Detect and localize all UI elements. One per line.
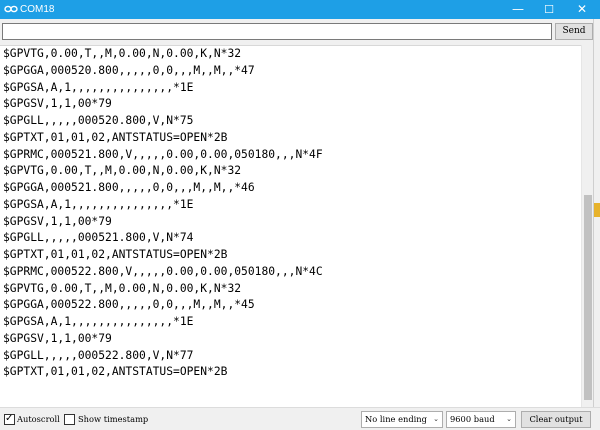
serial-output[interactable]: $GPVTG,0.00,T,,M,0.00,N,0.00,K,N*32 $GPGG… [0,45,593,407]
infinity-icon [4,5,18,13]
output-line: $GPRMC,000522.800,V,,,,,0.00,0.00,050180… [3,264,323,278]
output-line: $GPRMC,000521.800,V,,,,,0.00,0.00,050180… [3,147,323,161]
line-ending-value: No line ending [365,414,427,424]
output-line: $GPGSA,A,1,,,,,,,,,,,,,,,*1E [3,315,194,328]
output-line: $GPTXT,01,01,02,ANTSTATUS=OPEN*2B [3,248,228,261]
output-line: $GPGSA,A,1,,,,,,,,,,,,,,,*1E [3,80,194,94]
output-line: $GPVTG,0.00,T,,M,0.00,N,0.00,K,N*32 [3,164,242,178]
clear-output-button[interactable]: Clear output [521,411,591,428]
window-title: COM18 [20,4,55,15]
autoscroll-label[interactable]: Autoscroll [17,413,60,426]
checkmark-icon: ✓ [5,413,14,424]
output-line: $GPGLL,,,,,000522.800,V,N*77 [3,348,194,362]
title-bar: COM18 — ☐ ✕ [0,0,600,19]
send-bar: Send [0,19,600,45]
output-line: $GPGSA,A,1,,,,,,,,,,,,,,,*1E [3,197,194,211]
timestamp-checkbox[interactable] [64,414,75,425]
status-footer: ✓ Autoscroll Show timestamp No line endi… [0,407,600,430]
output-line: $GPGGA,000522.800,,,,,0,0,,,M,,M,,*45 [3,298,255,312]
chevron-down-icon: ⌄ [506,415,512,423]
scroll-thumb[interactable] [584,195,592,400]
maximize-button[interactable]: ☐ [533,0,565,19]
edge-marker [594,203,600,217]
output-line: $GPGSV,1,1,00*79 [3,97,112,111]
output-line: $GPVTG,0.00,T,,M,0.00,N,0.00,K,N*32 [3,281,242,295]
output-line: $GPGSV,1,1,00*79 [3,331,112,345]
window-edge [593,19,600,430]
chevron-down-icon: ⌄ [433,415,439,423]
output-line: $GPGSV,1,1,00*79 [3,214,112,228]
output-line: $GPGLL,,,,,000520.800,V,N*75 [3,114,194,127]
output-line: $GPGLL,,,,,000521.800,V,N*74 [3,231,194,245]
output-line: $GPTXT,01,01,02,ANTSTATUS=OPEN*2B [3,365,228,379]
baud-rate-value: 9600 baud [450,414,495,424]
output-line: $GPGGA,000521.800,,,,,0,0,,,M,,M,,*46 [3,181,255,194]
line-ending-select[interactable]: No line ending ⌄ [361,411,443,428]
output-line: $GPVTG,0.00,T,,M,0.00,N,0.00,K,N*32 [3,47,242,60]
serial-input[interactable] [2,23,552,40]
output-line: $GPGGA,000520.800,,,,,0,0,,,M,,M,,*47 [3,63,255,77]
timestamp-label[interactable]: Show timestamp [78,413,148,426]
output-line: $GPTXT,01,01,02,ANTSTATUS=OPEN*2B [3,130,228,144]
close-button[interactable]: ✕ [566,0,598,19]
baud-rate-select[interactable]: 9600 baud ⌄ [446,411,516,428]
minimize-button[interactable]: — [502,0,534,19]
autoscroll-checkbox[interactable]: ✓ [4,413,15,425]
output-scrollbar[interactable] [581,45,593,407]
send-button[interactable]: Send [555,23,593,40]
